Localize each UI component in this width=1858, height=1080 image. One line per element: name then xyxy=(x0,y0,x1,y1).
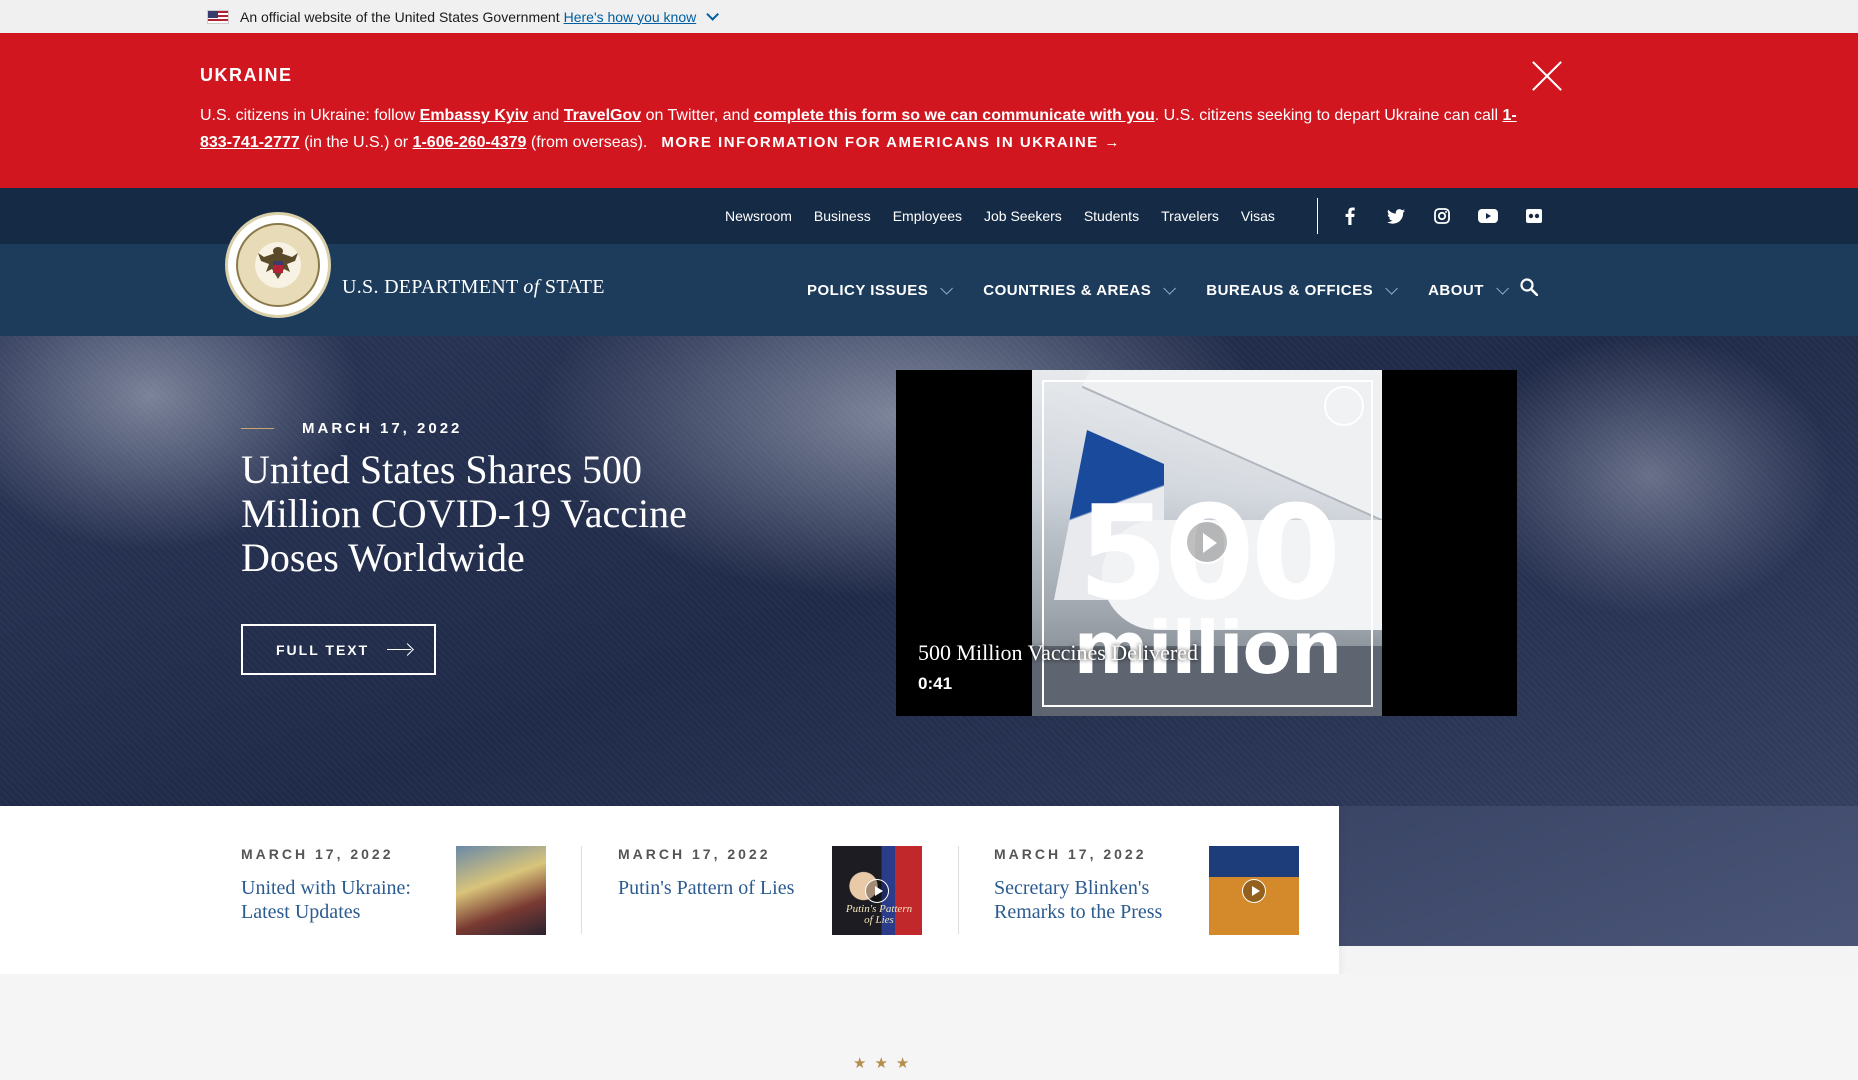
video-caption: 500 Million Vaccines Delivered xyxy=(918,640,1199,665)
department-seal-logo[interactable] xyxy=(225,212,331,318)
nav-label: POLICY ISSUES xyxy=(807,281,929,299)
play-icon[interactable] xyxy=(865,879,889,903)
gov-banner: An official website of the United States… xyxy=(0,0,1858,33)
util-link-job-seekers[interactable]: Job Seekers xyxy=(984,208,1062,224)
nav-bureaus-offices[interactable]: BUREAUS & OFFICES xyxy=(1206,281,1399,299)
seal-watermark-icon xyxy=(1324,386,1364,426)
card-divider xyxy=(581,846,582,934)
hero-background-extension xyxy=(1339,806,1858,946)
chevron-down-icon xyxy=(1385,281,1399,295)
nav-countries-areas[interactable]: COUNTRIES & AREAS xyxy=(983,281,1177,299)
play-icon[interactable] xyxy=(1185,520,1229,564)
embassy-kyiv-link[interactable]: Embassy Kyiv xyxy=(420,107,529,124)
us-flag-icon xyxy=(207,9,229,24)
utility-divider xyxy=(1317,198,1318,234)
heres-how-you-know-link[interactable]: Here's how you know xyxy=(564,9,697,25)
util-link-travelers[interactable]: Travelers xyxy=(1161,208,1219,224)
main-nav: POLICY ISSUES COUNTRIES & AREAS BUREAUS … xyxy=(807,244,1539,336)
logo-text-of: of xyxy=(523,276,540,298)
chevron-down-icon xyxy=(940,281,954,295)
card-title[interactable]: Secretary Blinken's Remarks to the Press xyxy=(994,876,1194,924)
card-thumbnail[interactable]: Putin's Pattern of Lies xyxy=(832,846,922,935)
nav-label: BUREAUS & OFFICES xyxy=(1206,281,1374,299)
news-card[interactable]: MARCH 17, 2022 Putin's Pattern of Lies P… xyxy=(618,846,928,936)
gov-banner-text: An official website of the United States… xyxy=(240,8,560,25)
youtube-icon[interactable] xyxy=(1478,207,1498,225)
util-link-students[interactable]: Students xyxy=(1084,208,1139,224)
search-icon[interactable] xyxy=(1520,278,1539,297)
more-info-ukraine-link[interactable]: MORE INFORMATION FOR AMERICANS IN UKRAIN… xyxy=(661,134,1121,151)
hero-title[interactable]: United States Shares 500 Million COVID-1… xyxy=(241,448,761,580)
logo-text-part: STATE xyxy=(539,276,605,298)
arrow-right-icon xyxy=(387,645,413,655)
nav-label: ABOUT xyxy=(1428,281,1484,299)
video-duration: 0:41 xyxy=(918,674,953,693)
alert-text: and xyxy=(528,107,564,124)
alert-text: U.S. citizens in Ukraine: follow xyxy=(200,107,420,124)
lower-section xyxy=(0,974,1858,1080)
alert-text: (from overseas). xyxy=(526,134,648,151)
site-logo-text[interactable]: U.S. DEPARTMENT of STATE xyxy=(342,276,605,299)
nav-label: COUNTRIES & AREAS xyxy=(983,281,1152,299)
card-thumbnail[interactable] xyxy=(456,846,546,935)
instagram-icon[interactable] xyxy=(1432,207,1452,225)
stars-divider-icon: ★★★ xyxy=(853,1055,918,1072)
utility-nav: Newsroom Business Employees Job Seekers … xyxy=(725,188,1297,244)
twitter-icon[interactable] xyxy=(1386,207,1406,225)
card-title[interactable]: United with Ukraine: Latest Updates xyxy=(241,876,441,924)
alert-text: (in the U.S.) or xyxy=(299,134,413,151)
social-links xyxy=(1340,188,1544,244)
alert-title: UKRAINE xyxy=(200,65,293,85)
contact-form-link[interactable]: complete this form so we can communicate… xyxy=(754,107,1155,124)
eagle-seal-icon xyxy=(236,223,320,307)
chevron-down-icon[interactable] xyxy=(706,8,720,21)
facebook-icon[interactable] xyxy=(1340,207,1360,225)
full-text-label: FULL TEXT xyxy=(276,641,370,658)
nav-policy-issues[interactable]: POLICY ISSUES xyxy=(807,281,954,299)
play-icon[interactable] xyxy=(1242,879,1266,903)
travelgov-link[interactable]: TravelGov xyxy=(564,107,641,124)
full-text-button[interactable]: FULL TEXT xyxy=(241,624,436,675)
logo-text-part: U.S. DEPARTMENT xyxy=(342,276,524,298)
hero-dateline: MARCH 17, 2022 xyxy=(241,420,462,437)
video-player[interactable]: 500 million 500 Million Vaccines Deliver… xyxy=(896,370,1517,716)
news-cards: MARCH 17, 2022 United with Ukraine: Late… xyxy=(0,806,1339,974)
alert-body: U.S. citizens in Ukraine: follow Embassy… xyxy=(200,102,1520,156)
thumbnail-text: Putin's Pattern of Lies xyxy=(845,903,913,926)
util-link-visas[interactable]: Visas xyxy=(1241,208,1275,224)
card-divider xyxy=(958,846,959,934)
close-icon[interactable] xyxy=(1531,60,1563,92)
hero-date: MARCH 17, 2022 xyxy=(302,420,463,437)
alert-text: on Twitter, and xyxy=(641,107,754,124)
ukraine-alert: UKRAINE U.S. citizens in Ukraine: follow… xyxy=(0,33,1858,188)
nav-about[interactable]: ABOUT xyxy=(1428,281,1509,299)
util-link-employees[interactable]: Employees xyxy=(893,208,962,224)
alert-text: . U.S. citizens seeking to depart Ukrain… xyxy=(1154,107,1503,124)
news-card[interactable]: MARCH 17, 2022 Secretary Blinken's Remar… xyxy=(994,846,1304,936)
flickr-icon[interactable] xyxy=(1524,207,1544,225)
dateline-rule xyxy=(241,428,274,429)
chevron-down-icon xyxy=(1496,281,1509,295)
card-title[interactable]: Putin's Pattern of Lies xyxy=(618,876,818,900)
card-thumbnail[interactable] xyxy=(1209,846,1299,935)
news-card[interactable]: MARCH 17, 2022 United with Ukraine: Late… xyxy=(241,846,551,936)
util-link-business[interactable]: Business xyxy=(814,208,871,224)
util-link-newsroom[interactable]: Newsroom xyxy=(725,208,792,224)
chevron-down-icon xyxy=(1163,281,1177,295)
phone-overseas-link[interactable]: 1-606-260-4379 xyxy=(413,134,527,151)
